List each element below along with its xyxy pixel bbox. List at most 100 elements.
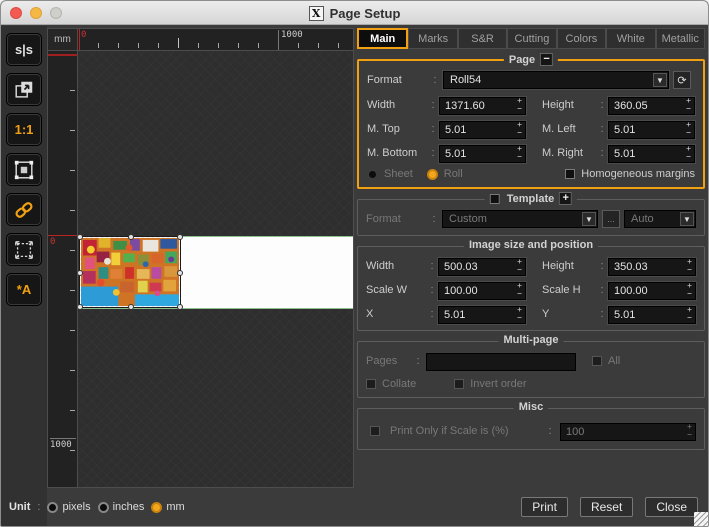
misc-group-title: Misc	[518, 401, 544, 413]
all-pages-label: All	[608, 355, 621, 367]
pos-x-input[interactable]	[438, 306, 526, 324]
template-enable-checkbox[interactable]	[489, 193, 500, 204]
browse-template-button[interactable]: ...	[602, 210, 620, 228]
expand-template-group-button[interactable]: +	[559, 192, 573, 205]
settings-panel: Main Marks S&R Cutting Colors White Meta…	[357, 28, 705, 450]
link-dimensions-button[interactable]	[6, 193, 42, 226]
all-pages-checkbox[interactable]	[592, 356, 602, 366]
selection-frame-button[interactable]	[6, 153, 42, 186]
inches-radio[interactable]	[97, 501, 109, 513]
tab-bar: Main Marks S&R Cutting Colors White Meta…	[357, 28, 705, 49]
chevron-down-icon[interactable]: ▼	[653, 73, 667, 87]
sheet-radio[interactable]	[367, 168, 378, 180]
template-format-select[interactable]: Custom ▼	[442, 210, 598, 228]
chevron-down-icon[interactable]: ▼	[680, 212, 694, 226]
tab-sr[interactable]: S&R	[457, 28, 508, 49]
tab-colors[interactable]: Colors	[556, 28, 607, 49]
print-only-scale-label: Print Only if Scale is (%)	[390, 425, 509, 437]
unit-mm-option[interactable]: mm	[151, 501, 185, 513]
pages-input[interactable]	[426, 353, 576, 371]
resize-handle-s[interactable]	[128, 304, 134, 310]
page-width-input[interactable]	[439, 97, 526, 115]
v-ruler-origin-line	[48, 235, 77, 236]
margin-left-input[interactable]	[608, 121, 695, 139]
margin-right-input[interactable]	[608, 145, 695, 163]
invert-order-checkbox[interactable]	[454, 379, 465, 389]
resize-handle-e[interactable]	[177, 270, 183, 276]
print-only-scale-field: +−	[560, 422, 696, 441]
print-only-scale-input[interactable]	[560, 423, 696, 441]
resize-handle-se[interactable]	[177, 304, 183, 310]
tab-white[interactable]: White	[606, 28, 656, 49]
spinner-down[interactable]: −	[683, 105, 694, 113]
collapse-page-group-button[interactable]: −	[540, 53, 554, 66]
spinner-down[interactable]: −	[684, 431, 695, 439]
resize-handle-ne[interactable]	[177, 234, 183, 240]
tab-metallic[interactable]: Metallic	[655, 28, 705, 49]
export-icon	[13, 79, 35, 101]
template-mode-select[interactable]: Auto ▼	[624, 210, 696, 228]
chevron-down-icon[interactable]: ▼	[582, 212, 596, 226]
homogeneous-margins-checkbox[interactable]	[565, 169, 576, 179]
margin-top-input[interactable]	[439, 121, 526, 139]
refresh-format-button[interactable]: ⟳	[673, 71, 691, 89]
unit-pixels-option[interactable]: pixels	[47, 501, 91, 513]
spinner-down[interactable]: −	[514, 290, 525, 298]
close-button[interactable]: Close	[645, 497, 698, 517]
spinner-down[interactable]: −	[514, 129, 525, 137]
image-size-group: Image size and position Width : +− Heigh…	[357, 239, 705, 331]
unit-inches-option[interactable]: inches	[97, 501, 144, 513]
spinner-down[interactable]: −	[514, 153, 525, 161]
image-width-input[interactable]	[438, 258, 526, 276]
template-format-value: Custom	[449, 213, 487, 225]
tab-main[interactable]: Main	[357, 28, 409, 49]
page-format-select[interactable]: Roll54 ▼	[443, 71, 669, 89]
margin-bottom-input[interactable]	[439, 145, 526, 163]
mm-radio[interactable]	[151, 501, 163, 513]
scale-h-input[interactable]	[608, 282, 696, 300]
tab-marks[interactable]: Marks	[408, 28, 458, 49]
pixels-radio[interactable]	[47, 501, 59, 513]
misc-group-legend: Misc	[513, 401, 549, 413]
tab-cutting[interactable]: Cutting	[507, 28, 557, 49]
fit-to-page-button[interactable]	[6, 233, 42, 266]
page-height-input[interactable]	[608, 97, 695, 115]
sheet-label: Sheet	[384, 168, 413, 180]
mm-label: mm	[166, 501, 185, 513]
spinner-down[interactable]: −	[514, 314, 525, 322]
margin-bottom-field: +−	[439, 144, 526, 163]
scale-w-input[interactable]	[438, 282, 526, 300]
pos-y-input[interactable]	[608, 306, 696, 324]
window-resize-grip[interactable]	[694, 512, 708, 526]
spinner-down[interactable]: −	[514, 266, 525, 274]
spinner-down[interactable]: −	[684, 266, 695, 274]
print-only-scale-checkbox[interactable]	[370, 426, 380, 436]
separator: :	[600, 308, 604, 320]
placed-image-selection[interactable]	[78, 234, 183, 310]
separator: :	[600, 260, 604, 272]
titlebar: X Page Setup	[1, 1, 708, 25]
separator: :	[600, 123, 604, 135]
roll-radio[interactable]	[426, 168, 438, 180]
export-view-button[interactable]	[6, 73, 42, 106]
spinner-down[interactable]: −	[683, 129, 694, 137]
resize-handle-n[interactable]	[128, 234, 134, 240]
mirror-tool-button[interactable]: s|s	[6, 33, 42, 66]
page-preview-canvas[interactable]	[78, 51, 354, 488]
separator: :	[416, 355, 420, 367]
collate-checkbox[interactable]	[366, 379, 376, 389]
spinner-down[interactable]: −	[683, 153, 694, 161]
height-label: Height	[542, 99, 574, 111]
spinner-down[interactable]: −	[684, 290, 695, 298]
page-width-field: +−	[439, 96, 526, 115]
spinner-down[interactable]: −	[514, 105, 525, 113]
resize-handle-sw[interactable]	[78, 304, 83, 310]
reset-button[interactable]: Reset	[579, 497, 634, 517]
spinner-down[interactable]: −	[684, 314, 695, 322]
image-height-input[interactable]	[608, 258, 696, 276]
one-to-one-zoom-button[interactable]: 1:1	[6, 113, 42, 146]
scale-w-spinner: + −	[514, 282, 525, 298]
print-button[interactable]: Print	[521, 497, 568, 517]
multipage-group: Multi-page Pages : All Collate Invert or…	[357, 334, 705, 398]
text-annotation-button[interactable]: *A	[6, 273, 42, 306]
